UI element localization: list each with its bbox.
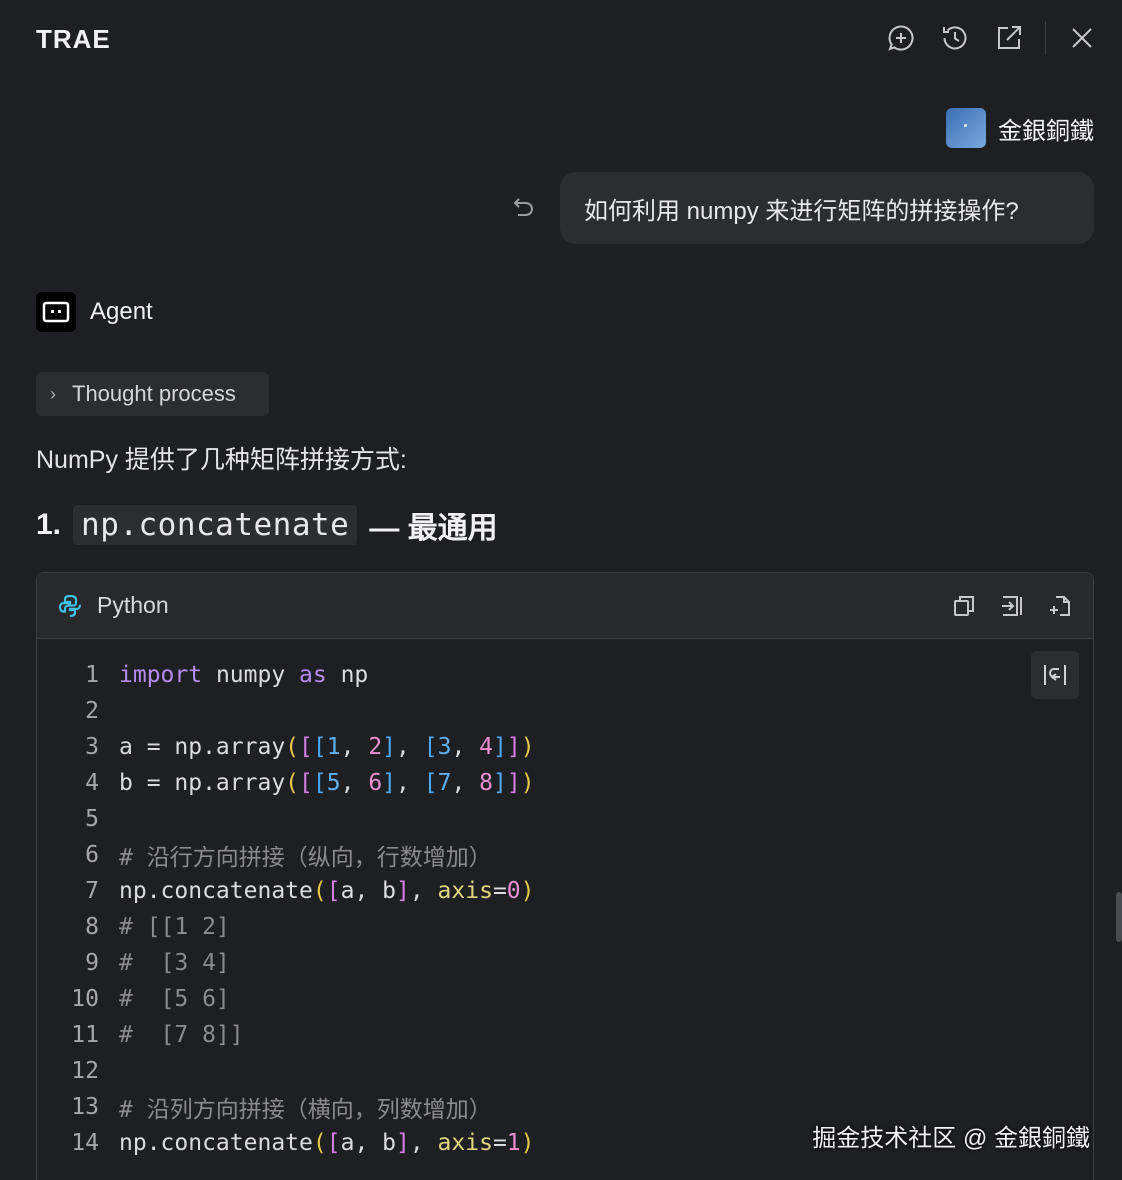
code-line: 8 # [[1 2] xyxy=(37,909,535,945)
code-line: 12 xyxy=(37,1053,535,1089)
code-line: 9 # [3 4] xyxy=(37,945,535,981)
line-number: 7 xyxy=(85,878,99,904)
code-line: 4b = np.array([[5, 6], [7, 8]]) xyxy=(37,765,534,801)
code-line: 3a = np.array([[1, 2], [3, 4]]) xyxy=(37,729,534,765)
response-intro: NumPy 提供了几种矩阵拼接方式: xyxy=(36,446,407,474)
code-line: 1 import numpy as np xyxy=(37,657,535,693)
line-number: 14 xyxy=(71,1130,99,1156)
code-language: Python xyxy=(97,592,169,618)
close-icon xyxy=(1072,28,1092,48)
code-line: 6 # 沿行方向拼接（纵向，行数增加） xyxy=(37,837,535,873)
scrollbar-thumb[interactable] xyxy=(1116,892,1122,942)
open-external-button[interactable] xyxy=(991,20,1027,56)
word-wrap-button[interactable] xyxy=(1031,651,1079,699)
external-link-icon xyxy=(998,26,1021,49)
code-line: 11 # [7 8]] xyxy=(37,1017,535,1053)
code-lines: 1 import numpy as np 2 3a = np.array([[1,… xyxy=(37,657,535,1161)
python-icon xyxy=(58,594,82,617)
header-divider xyxy=(1045,21,1046,55)
history-button[interactable] xyxy=(937,20,973,56)
line-number: 1 xyxy=(85,662,99,688)
undo-button[interactable] xyxy=(508,192,540,224)
file-plus-icon xyxy=(1050,596,1070,616)
line-number: 8 xyxy=(85,914,99,940)
user-identity: 金銀銅鐵 xyxy=(946,108,1094,148)
line-number: 11 xyxy=(71,1022,99,1048)
thought-process-label: Thought process xyxy=(72,381,236,406)
agent-icon xyxy=(36,292,76,332)
code-line: 10 # [5 6] xyxy=(37,981,535,1017)
new-file-button[interactable] xyxy=(1043,589,1077,623)
thought-process-toggle[interactable]: › Thought process xyxy=(36,372,269,416)
code-line: 7 np.concatenate([a, b], axis=0) xyxy=(37,873,535,909)
code-actions xyxy=(933,589,1077,623)
brand-title: TRAE xyxy=(36,23,111,54)
heading-text: — 最通用 xyxy=(369,512,498,545)
undo-icon xyxy=(513,198,533,216)
insert-code-button[interactable] xyxy=(995,589,1029,623)
heading-number: 1. xyxy=(36,508,62,541)
history-icon xyxy=(943,26,967,50)
line-number: 3 xyxy=(85,734,99,760)
line-number: 5 xyxy=(85,806,99,832)
new-chat-button[interactable] xyxy=(883,20,919,56)
watermark: 掘金技术社区 @ 金銀銅鐵 xyxy=(812,1125,1090,1152)
line-number: 6 xyxy=(85,842,99,868)
line-number: 12 xyxy=(71,1058,99,1084)
chat-panel: TRAE 金銀銅鐵 如何利用 numpy 来进行矩阵的拼接操作? Agent ›… xyxy=(0,0,1122,1180)
copy-icon xyxy=(954,596,974,616)
line-number: 4 xyxy=(85,770,99,796)
section-heading: 1. np.concatenate — 最通用 xyxy=(36,500,498,550)
heading-inline-code: np.concatenate xyxy=(73,505,358,545)
code-line: 5 xyxy=(37,801,535,837)
code-line: 14 np.concatenate([a, b], axis=1) xyxy=(37,1125,535,1161)
user-name: 金銀銅鐵 xyxy=(998,117,1094,145)
chevron-right-icon: › xyxy=(50,383,56,404)
user-message-bubble: 如何利用 numpy 来进行矩阵的拼接操作? xyxy=(560,172,1094,244)
code-line: 2 xyxy=(37,693,535,729)
word-wrap-icon xyxy=(1044,665,1066,685)
code-line: 13 # 沿列方向拼接（横向，列数增加） xyxy=(37,1089,535,1125)
user-avatar xyxy=(946,108,986,148)
copy-code-button[interactable] xyxy=(947,589,981,623)
line-number: 9 xyxy=(85,950,99,976)
agent-name: Agent xyxy=(90,298,153,325)
line-number: 13 xyxy=(71,1094,99,1120)
panel-header: TRAE xyxy=(0,0,1122,78)
line-number: 10 xyxy=(71,986,99,1012)
insert-icon xyxy=(1002,596,1022,616)
line-number: 2 xyxy=(85,698,99,724)
code-block-header: Python xyxy=(37,573,1093,639)
code-block: Python 1 import numpy as np 2 3 a = np.a… xyxy=(36,572,1094,1180)
agent-header: Agent xyxy=(36,292,153,332)
close-button[interactable] xyxy=(1064,20,1100,56)
chat-plus-icon xyxy=(888,25,914,51)
user-message-text: 如何利用 numpy 来进行矩阵的拼接操作? xyxy=(584,197,1019,225)
header-actions xyxy=(865,20,1100,56)
